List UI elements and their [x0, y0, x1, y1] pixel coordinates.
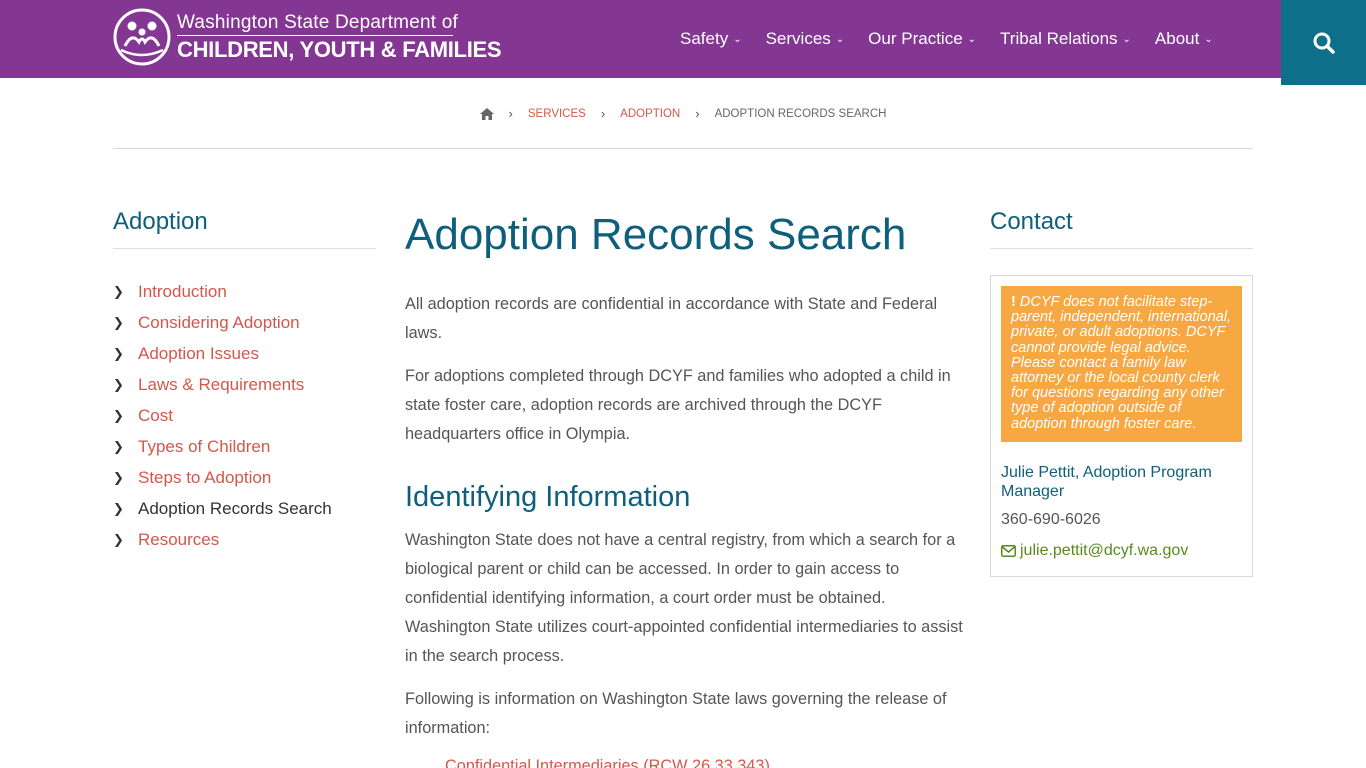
sidebar-item-types-of-children[interactable]: ❯ Types of Children: [113, 431, 376, 462]
sidebar-item-introduction[interactable]: ❯ Introduction: [113, 276, 376, 307]
sidebar-item-label[interactable]: Types of Children: [138, 437, 270, 457]
contact-phone: 360-690-6026: [1001, 510, 1101, 528]
rcw-link[interactable]: Confidential Intermediaries (RCW 26.33.3…: [445, 757, 965, 768]
nav-label: Services: [765, 29, 831, 48]
sidebar-item-label[interactable]: Resources: [138, 530, 219, 550]
section-heading: Identifying Information: [405, 481, 691, 513]
nav-our-practice[interactable]: Our Practice ⌄: [868, 29, 976, 49]
contact-email[interactable]: julie.pettit@dcyf.wa.gov: [1020, 542, 1188, 560]
sidebar-list: ❯ Introduction ❯ Considering Adoption ❯ Ado…: [113, 276, 376, 555]
sidebar-item-adoption-issues[interactable]: ❯ Adoption Issues: [113, 338, 376, 369]
contact-sidebar: Contact ! DCYF does not facilitate step-…: [990, 208, 1253, 577]
search-icon: [1313, 32, 1335, 54]
breadcrumb-adoption[interactable]: ADOPTION: [620, 108, 680, 120]
chevron-right-icon: ❯: [113, 469, 124, 485]
sidebar-item-laws-requirements[interactable]: ❯ Laws & Requirements: [113, 369, 376, 400]
dcyf-logo[interactable]: Washington State Department of CHILDREN,…: [113, 8, 502, 66]
sidebar-item-considering-adoption[interactable]: ❯ Considering Adoption: [113, 307, 376, 338]
sidebar-item-cost[interactable]: ❯ Cost: [113, 400, 376, 431]
chevron-right-icon: ❯: [113, 345, 124, 361]
chevron-right-icon: ❯: [113, 407, 124, 423]
nav-label: Tribal Relations: [1000, 29, 1118, 48]
section-sidebar: Adoption ❯ Introduction ❯ Considering Adop…: [113, 208, 376, 555]
nav-label: Our Practice: [868, 29, 963, 48]
logo-line-1: Washington State Department of: [177, 12, 458, 33]
nav-services[interactable]: Services ⌄: [766, 29, 845, 49]
envelope-icon: [1001, 544, 1016, 557]
contact-person: Julie Pettit, Adoption Program Manager: [1001, 463, 1212, 500]
chevron-right-icon: ❯: [113, 314, 124, 330]
chevron-down-icon: ⌄: [733, 33, 742, 45]
exclamation-icon: !: [1011, 294, 1016, 310]
breadcrumb: › SERVICES › ADOPTION › ADOPTION RECORDS…: [0, 106, 1366, 121]
sidebar-item-label[interactable]: Cost: [138, 406, 173, 426]
home-icon[interactable]: [479, 107, 494, 120]
site-header: Washington State Department of CHILDREN,…: [0, 0, 1366, 85]
laws-paragraph: Following is information on Washington S…: [405, 690, 947, 737]
sidebar-item-label[interactable]: Considering Adoption: [138, 313, 300, 333]
chevron-down-icon: ⌄: [1204, 33, 1213, 45]
divider: [113, 148, 1253, 149]
notice-box: ! DCYF does not facilitate step-parent, …: [1001, 286, 1242, 442]
sidebar-item-label[interactable]: Laws & Requirements: [138, 375, 304, 395]
nav-label: About: [1154, 29, 1200, 48]
nav-safety[interactable]: Safety ⌄: [680, 29, 742, 49]
page-title: Adoption Records Search: [405, 210, 907, 259]
chevron-right-icon: ❯: [113, 283, 124, 299]
main-content: Adoption Records Search All adoption rec…: [405, 210, 965, 768]
breadcrumb-separator: ›: [600, 106, 606, 121]
sidebar-item-steps-to-adoption[interactable]: ❯ Steps to Adoption: [113, 462, 376, 493]
chevron-right-icon: ❯: [113, 531, 124, 547]
chevron-right-icon: ❯: [113, 438, 124, 454]
logo-line-2: CHILDREN, YOUTH & FAMILIES: [177, 37, 502, 62]
sidebar-item-label[interactable]: Introduction: [138, 282, 227, 302]
chevron-right-icon: ❯: [113, 376, 124, 392]
breadcrumb-current: ADOPTION RECORDS SEARCH: [714, 107, 887, 120]
nav-tribal-relations[interactable]: Tribal Relations ⌄: [1000, 29, 1131, 49]
chevron-down-icon: ⌄: [967, 33, 977, 45]
intro-paragraph: All adoption records are confidential in…: [405, 295, 938, 342]
chevron-right-icon: ❯: [113, 500, 124, 516]
breadcrumb-separator: ›: [508, 106, 513, 121]
notice-text: DCYF does not facilitate step-parent, in…: [1011, 294, 1232, 432]
breadcrumb-separator: ›: [695, 106, 700, 121]
breadcrumb-services[interactable]: SERVICES: [528, 108, 586, 120]
contact-card: ! DCYF does not facilitate step-parent, …: [990, 275, 1253, 577]
chevron-down-icon: ⌄: [835, 33, 845, 45]
sidebar-item-resources[interactable]: ❯ Resources: [113, 524, 376, 555]
family-logo-icon: [113, 8, 171, 66]
contact-email-link[interactable]: julie.pettit@dcyf.wa.gov: [1001, 542, 1242, 560]
nav-about[interactable]: About ⌄: [1155, 29, 1213, 49]
sidebar-item-label[interactable]: Adoption Records Search: [138, 499, 332, 519]
registry-paragraph: Washington State does not have a central…: [405, 531, 963, 665]
sidebar-item-adoption-records-search[interactable]: ❯ Adoption Records Search: [113, 493, 376, 524]
contact-title: Contact: [990, 208, 1253, 249]
search-button[interactable]: [1281, 0, 1366, 85]
main-nav: Safety ⌄ Services ⌄ Our Practice ⌄ Tribal R…: [680, 0, 1237, 78]
nav-label: Safety: [680, 29, 729, 48]
chevron-down-icon: ⌄: [1122, 33, 1131, 45]
sidebar-title: Adoption: [113, 208, 376, 249]
archive-paragraph: For adoptions completed through DCYF and…: [405, 367, 951, 443]
sidebar-item-label[interactable]: Steps to Adoption: [138, 468, 271, 488]
sidebar-item-label[interactable]: Adoption Issues: [138, 344, 259, 364]
